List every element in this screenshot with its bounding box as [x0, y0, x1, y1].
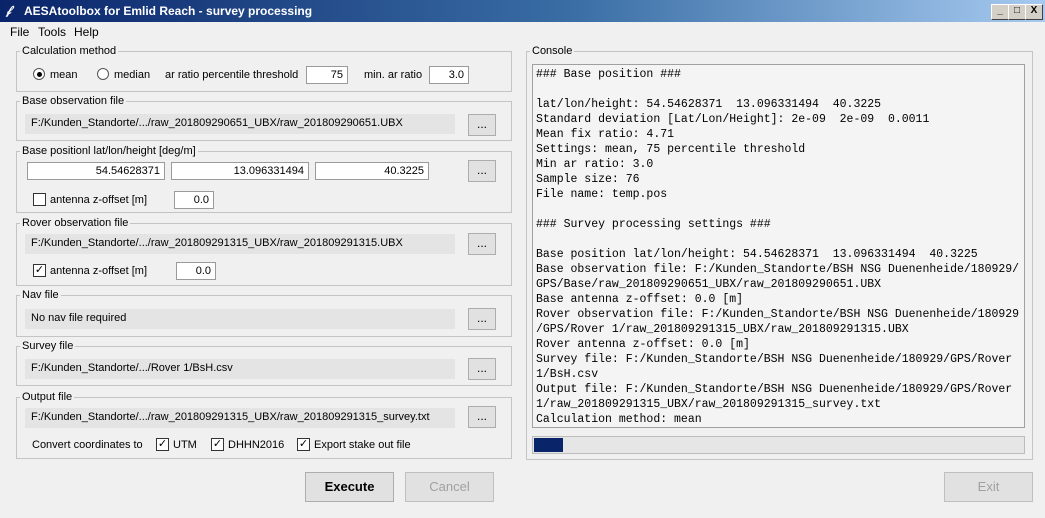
- progress-fill: [534, 438, 564, 452]
- survey-file-path: F:/Kunden_Standorte/.../Rover 1/BsH.csv: [25, 359, 455, 379]
- dhhn2016-label: DHHN2016: [228, 439, 285, 451]
- base-lon-input[interactable]: 13.096331494: [171, 162, 309, 180]
- ar-ratio-label: ar ratio percentile threshold: [165, 69, 299, 81]
- rover-offset-label: antenna z-offset [m]: [50, 265, 148, 277]
- median-radio[interactable]: [97, 68, 109, 80]
- stake-out-label: Export stake out file: [314, 439, 411, 451]
- rover-observation-path: F:/Kunden_Standorte/.../raw_201809291315…: [25, 234, 455, 254]
- stake-out-checkbox[interactable]: ✓: [297, 438, 310, 451]
- rover-offset-input[interactable]: 0.0: [176, 262, 216, 280]
- cancel-button[interactable]: Cancel: [405, 472, 494, 502]
- output-file-browse-button[interactable]: ...: [468, 406, 496, 428]
- console-line: Sample size: 76: [536, 173, 640, 186]
- calculation-method-title: Calculation method: [20, 45, 119, 57]
- convert-coordinates-label: Convert coordinates to: [32, 439, 143, 451]
- dhhn2016-checkbox[interactable]: ✓: [211, 438, 224, 451]
- base-observation-path: F:/Kunden_Standorte/.../raw_201809290651…: [25, 114, 455, 134]
- base-offset-input[interactable]: 0.0: [174, 191, 214, 209]
- nav-file-browse-button[interactable]: ...: [468, 308, 496, 330]
- console-line: ### Base position ###: [536, 68, 681, 81]
- console-line: Min ar ratio: 3.0: [536, 158, 654, 171]
- nav-file-title: Nav file: [20, 289, 61, 301]
- console-line: ### Survey processing settings ###: [536, 218, 771, 231]
- console-line: Base observation file: F:/Kunden_Standor…: [536, 263, 1020, 276]
- console-line: Rover observation file: F:/Kunden_Stando…: [536, 308, 1020, 321]
- console-line: Output file: F:/Kunden_Standorte/BSH NSG…: [536, 383, 1013, 396]
- base-lat-input[interactable]: 54.54628371: [27, 162, 165, 180]
- output-file-title: Output file: [20, 391, 75, 403]
- console-line: 1/raw_201809291315_UBX/raw_201809291315_…: [536, 398, 882, 411]
- survey-file-browse-button[interactable]: ...: [468, 358, 496, 380]
- console-output[interactable]: ### Base position ### lat/lon/height: 54…: [532, 64, 1025, 428]
- progress-bar: [532, 436, 1025, 454]
- minimize-button[interactable]: _: [991, 4, 1009, 20]
- console-line: File name: temp.pos: [536, 188, 668, 201]
- nav-file-path: No nav file required: [25, 309, 455, 329]
- app-icon: 𝒻: [6, 3, 12, 17]
- mean-radio[interactable]: [33, 68, 45, 80]
- window-title: AESAtoolbox for Emlid Reach - survey pro…: [24, 4, 313, 18]
- console-line: Calculation method: mean: [536, 413, 702, 426]
- maximize-button[interactable]: □: [1008, 4, 1026, 20]
- exit-button[interactable]: Exit: [944, 472, 1033, 502]
- base-position-title: Base positionl lat/lon/height [deg/m]: [20, 145, 198, 157]
- console-line: Base position lat/lon/height: 54.5462837…: [536, 248, 978, 261]
- utm-label: UTM: [173, 439, 197, 451]
- console-line: Mean fix ratio: 4.71: [536, 128, 675, 141]
- console-line: Standard deviation [Lat/Lon/Height]: 2e-…: [536, 113, 930, 126]
- console-line: /GPS/Rover 1/raw_201809291315_UBX/raw_20…: [536, 323, 909, 336]
- console-line: Survey file: F:/Kunden_Standorte/BSH NSG…: [536, 353, 1013, 366]
- console-line: Rover antenna z-offset: 0.0 [m]: [536, 338, 750, 351]
- rover-observation-title: Rover observation file: [20, 217, 131, 229]
- base-observation-browse-button[interactable]: ...: [468, 114, 496, 136]
- base-height-input[interactable]: 40.3225: [315, 162, 429, 180]
- mean-label: mean: [50, 69, 78, 81]
- close-button[interactable]: X: [1025, 4, 1043, 20]
- console-line: Settings: mean, 75 percentile threshold: [536, 143, 806, 156]
- rover-observation-browse-button[interactable]: ...: [468, 233, 496, 255]
- min-ar-ratio-label: min. ar ratio: [364, 69, 423, 81]
- menu-tools[interactable]: Tools: [38, 25, 66, 39]
- ar-ratio-input[interactable]: 75: [306, 66, 348, 84]
- utm-checkbox[interactable]: ✓: [156, 438, 169, 451]
- menu-bar: File Tools Help: [0, 22, 1045, 40]
- execute-button[interactable]: Execute: [305, 472, 394, 502]
- base-position-browse-button[interactable]: ...: [468, 160, 496, 182]
- console-line: 1/BsH.csv: [536, 368, 599, 381]
- menu-help[interactable]: Help: [74, 25, 99, 39]
- menu-file[interactable]: File: [10, 25, 29, 39]
- console-title: Console: [530, 45, 575, 57]
- base-offset-checkbox[interactable]: [33, 193, 46, 206]
- rover-offset-checkbox[interactable]: ✓: [33, 264, 46, 277]
- min-ar-ratio-input[interactable]: 3.0: [429, 66, 469, 84]
- console-line: Base antenna z-offset: 0.0 [m]: [536, 293, 744, 306]
- console-line: lat/lon/height: 54.54628371 13.096331494…: [536, 98, 882, 111]
- console-line: GPS/Base/raw_201809290651_UBX/raw_201809…: [536, 278, 882, 291]
- survey-file-title: Survey file: [20, 340, 76, 352]
- base-observation-title: Base observation file: [20, 95, 127, 107]
- title-bar[interactable]: 𝒻 AESAtoolbox for Emlid Reach - survey p…: [0, 0, 1045, 22]
- output-file-path: F:/Kunden_Standorte/.../raw_201809291315…: [25, 408, 455, 428]
- median-label: median: [114, 69, 151, 81]
- base-offset-label: antenna z-offset [m]: [50, 194, 148, 206]
